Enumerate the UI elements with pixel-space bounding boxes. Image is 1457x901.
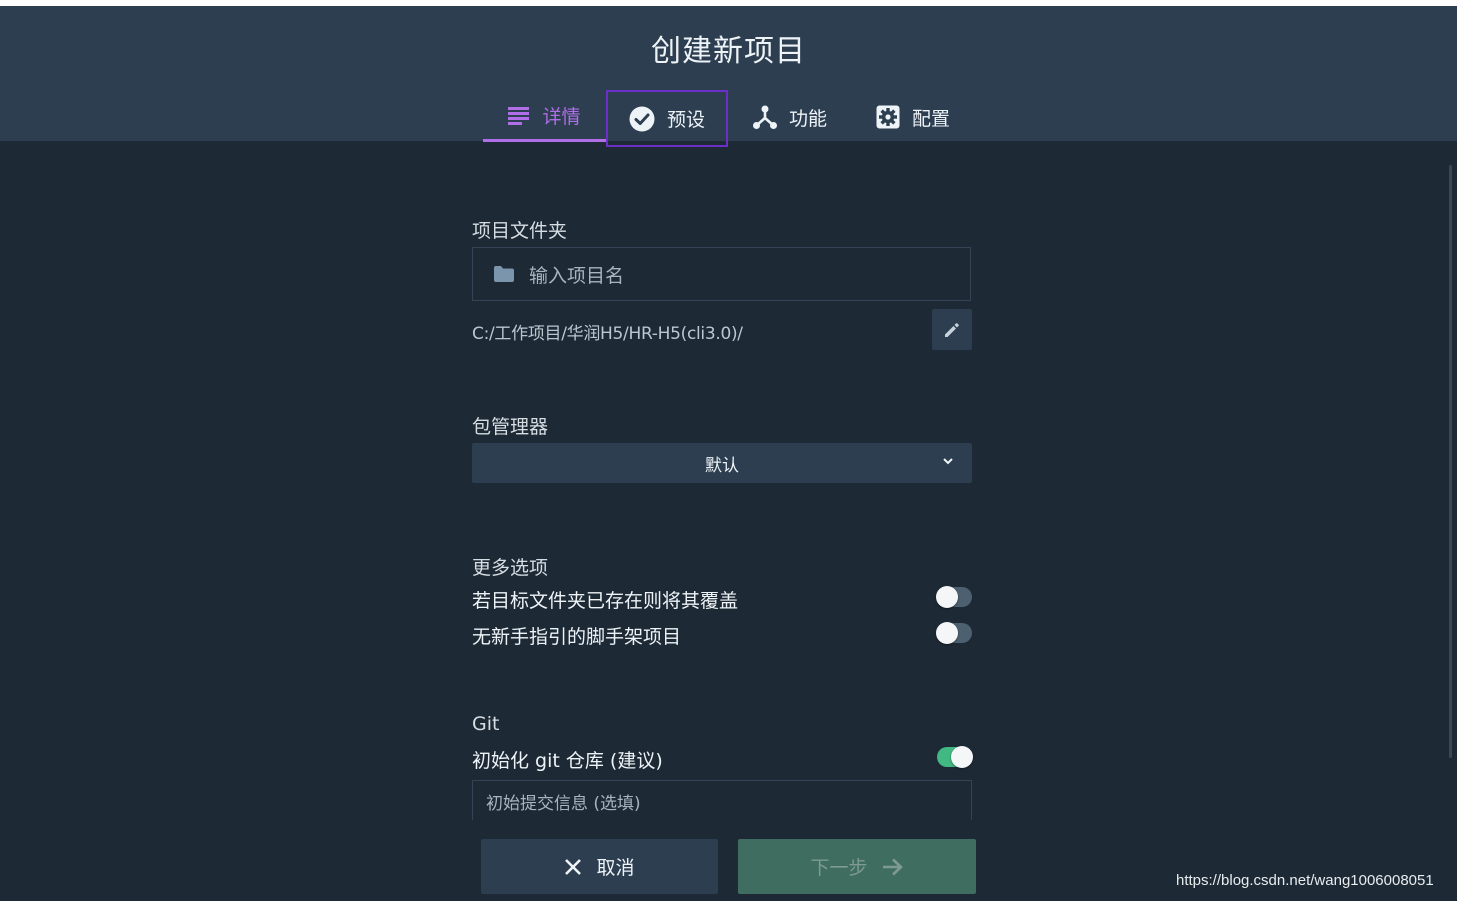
cancel-button[interactable]: 取消 (481, 839, 718, 894)
tab-config-label: 配置 (911, 107, 950, 130)
fork-icon (752, 105, 777, 129)
watermark: https://blog.csdn.net/wang1006008051 (1176, 872, 1434, 889)
tab-preset-label: 预设 (666, 109, 705, 131)
folder-icon (494, 266, 514, 282)
tab-config[interactable]: 配置 (855, 92, 971, 142)
project-name-input[interactable]: 输入项目名 (472, 247, 971, 301)
check-circle-icon (629, 106, 655, 131)
next-button[interactable]: 下一步 (738, 839, 976, 894)
package-manager-select[interactable]: 默认 (472, 443, 972, 483)
toggle-knob (936, 586, 958, 608)
no-guide-option-label: 无新手指引的脚手架项目 (472, 626, 682, 648)
scrollbar[interactable] (1449, 165, 1452, 758)
tab-features[interactable]: 功能 (732, 92, 848, 142)
project-name-placeholder: 输入项目名 (529, 264, 625, 287)
arrow-right-icon (882, 858, 903, 875)
overwrite-toggle[interactable] (936, 586, 972, 608)
pencil-icon (945, 322, 959, 337)
toggle-knob (936, 622, 958, 644)
toggle-knob (951, 746, 973, 768)
project-path: C:/工作项目/华润H5/HR-H5(cli3.0)/ (472, 324, 743, 344)
package-manager-label: 包管理器 (472, 416, 549, 438)
commit-message-placeholder: 初始提交信息 (选填) (486, 794, 641, 814)
more-options-label: 更多选项 (472, 557, 549, 579)
edit-path-button[interactable] (932, 309, 972, 350)
overwrite-option-label: 若目标文件夹已存在则将其覆盖 (472, 590, 739, 612)
next-button-label: 下一步 (810, 857, 868, 879)
page-title: 创建新项目 (651, 34, 806, 69)
list-icon (508, 106, 530, 125)
gear-icon (876, 105, 900, 129)
chevron-down-icon (943, 458, 953, 465)
git-init-toggle[interactable] (937, 746, 973, 768)
git-init-label: 初始化 git 仓库 (建议) (472, 750, 663, 772)
package-manager-value: 默认 (705, 455, 739, 476)
tab-preset[interactable]: 预设 (606, 90, 728, 147)
project-folder-label: 项目文件夹 (472, 220, 568, 242)
tab-details-label: 详情 (542, 106, 581, 128)
cancel-button-label: 取消 (596, 857, 635, 879)
no-guide-toggle[interactable] (936, 622, 972, 644)
tab-details[interactable]: 详情 (483, 92, 606, 142)
close-icon (565, 858, 582, 875)
header: 创建新项目 详情 预设 功能 配置 (0, 6, 1457, 147)
commit-message-input[interactable]: 初始提交信息 (选填) (472, 780, 972, 822)
git-label: Git (472, 713, 500, 735)
tab-features-label: 功能 (788, 107, 827, 130)
